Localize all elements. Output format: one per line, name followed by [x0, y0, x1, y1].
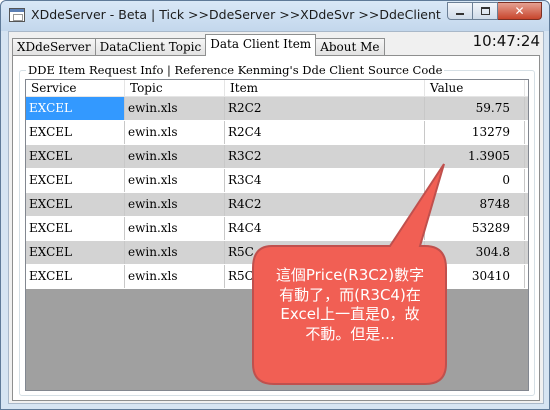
annotation-line: Excel上一直是0，故	[280, 305, 420, 323]
table-row[interactable]: EXCEL ewin.xls R3C2 1.3905	[26, 145, 528, 169]
title-bar[interactable]: XDdeServer - Beta | Tick >>DdeServer >>X…	[1, 1, 549, 31]
table-row[interactable]: EXCEL ewin.xls R5C 304.8	[26, 241, 528, 265]
cell-item: R3C2	[225, 145, 425, 168]
cell-item: R4C2	[225, 193, 425, 216]
annotation-line: 不動。但是...	[305, 324, 395, 343]
cell-service: EXCEL	[26, 145, 125, 168]
clock-display: 10:47:24	[472, 32, 540, 50]
tab-strip: XDdeServer DataClient Topic Data Client …	[12, 34, 385, 56]
minimize-button[interactable]	[447, 2, 473, 20]
table-row[interactable]: EXCEL ewin.xls R2C4 13279	[26, 121, 528, 145]
cell-item: R3C4	[225, 169, 425, 192]
tab-data-client-item[interactable]: Data Client Item	[205, 34, 317, 56]
client-area: XDdeServer DataClient Topic Data Client …	[8, 31, 544, 404]
window-controls: ✕	[447, 2, 542, 21]
cell-topic: ewin.xls	[125, 97, 225, 120]
window-title: XDdeServer - Beta | Tick >>DdeServer >>X…	[31, 7, 441, 22]
cell-topic: ewin.xls	[125, 241, 225, 264]
cell-service: EXCEL	[26, 217, 125, 240]
tab-about-me[interactable]: About Me	[315, 38, 385, 56]
close-icon: ✕	[514, 4, 525, 18]
table-row[interactable]: EXCEL ewin.xls R4C2 8748	[26, 193, 528, 217]
cell-topic: ewin.xls	[125, 145, 225, 168]
group-title: DDE Item Request Info | Reference Kenmin…	[26, 63, 445, 77]
cell-service: EXCEL	[26, 121, 125, 144]
maximize-button[interactable]	[473, 2, 498, 20]
cell-value: 304.8	[425, 241, 525, 264]
cell-service: EXCEL	[26, 97, 125, 120]
column-header-value[interactable]: Value	[425, 80, 525, 96]
tab-dataclient-topic[interactable]: DataClient Topic	[94, 38, 207, 56]
cell-item: R2C2	[225, 97, 425, 120]
maximize-icon	[480, 7, 490, 15]
cell-service: EXCEL	[26, 241, 125, 264]
annotation-line: 這個Price(R3C2)數字	[275, 266, 425, 284]
table-row[interactable]: EXCEL ewin.xls R4C4 53289	[26, 217, 528, 241]
cell-topic: ewin.xls	[125, 169, 225, 192]
cell-service: EXCEL	[26, 193, 125, 216]
cell-topic: ewin.xls	[125, 121, 225, 144]
annotation-line: 有動了，而(R3C4)在	[279, 285, 421, 304]
table-row[interactable]: EXCEL ewin.xls R2C2 59.75	[26, 97, 528, 121]
cell-topic: ewin.xls	[125, 265, 225, 288]
minimize-icon	[456, 13, 464, 15]
tab-xddeserver[interactable]: XDdeServer	[12, 38, 96, 56]
list-header: Service Topic Item Value	[26, 80, 528, 97]
app-window-icon[interactable]	[9, 8, 25, 22]
cell-service: EXCEL	[26, 265, 125, 288]
cell-value: 59.75	[425, 97, 525, 120]
annotation-text: 這個Price(R3C2)數字 有動了，而(R3C4)在 Excel上一直是0，…	[258, 266, 442, 344]
dde-item-list[interactable]: Service Topic Item Value EXCEL ewin.xls …	[25, 79, 529, 391]
column-header-service[interactable]: Service	[26, 80, 125, 96]
cell-item: R2C4	[225, 121, 425, 144]
cell-value: 1.3905	[425, 145, 525, 168]
cell-topic: ewin.xls	[125, 217, 225, 240]
cell-value: 13279	[425, 121, 525, 144]
app-window: XDdeServer - Beta | Tick >>DdeServer >>X…	[0, 0, 550, 410]
data-client-item-page: DDE Item Request Info | Reference Kenmin…	[12, 55, 540, 401]
cell-value: 0	[425, 169, 525, 192]
cell-item: R5C	[225, 241, 425, 264]
cell-value: 8748	[425, 193, 525, 216]
column-header-topic[interactable]: Topic	[125, 80, 225, 96]
column-header-item[interactable]: Item	[225, 80, 425, 96]
cell-service: EXCEL	[26, 169, 125, 192]
dde-item-request-group: DDE Item Request Info | Reference Kenmin…	[19, 63, 535, 396]
cell-value: 53289	[425, 217, 525, 240]
cell-item: R4C4	[225, 217, 425, 240]
close-button[interactable]: ✕	[498, 2, 542, 20]
table-row[interactable]: EXCEL ewin.xls R3C4 0	[26, 169, 528, 193]
cell-topic: ewin.xls	[125, 193, 225, 216]
